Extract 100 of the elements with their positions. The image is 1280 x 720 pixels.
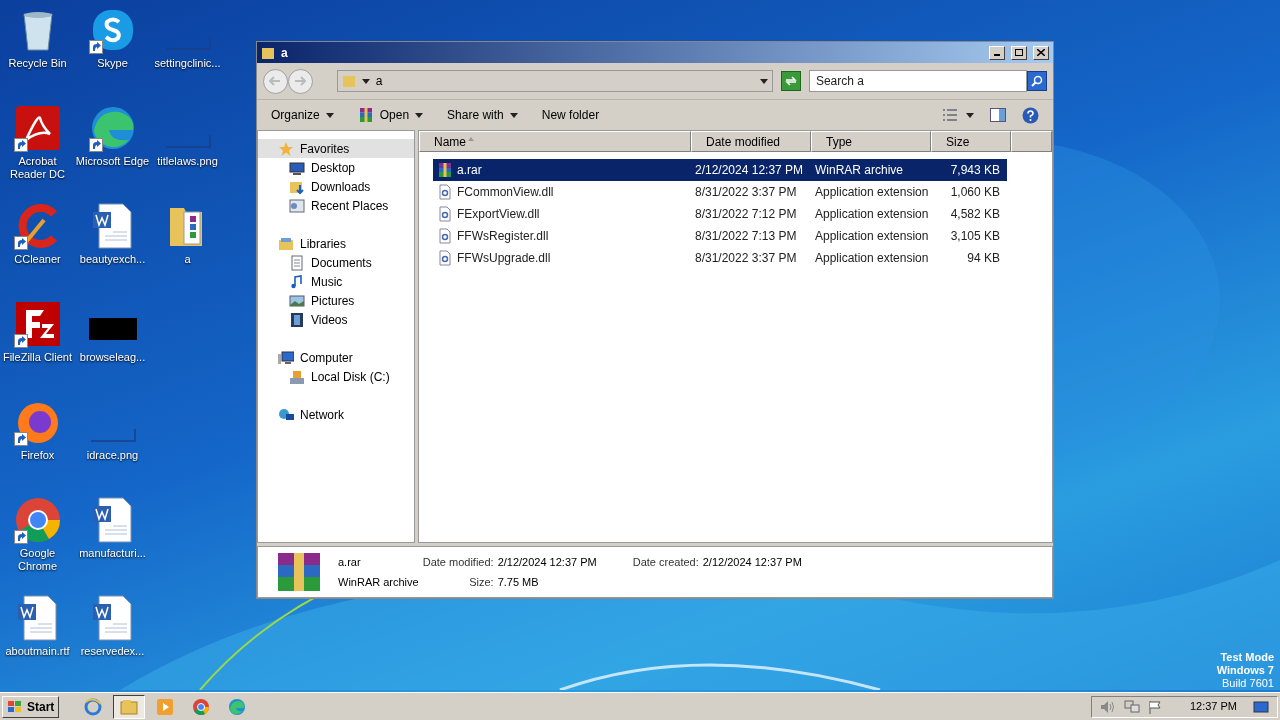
refresh-icon xyxy=(784,76,797,86)
field-value: 2/12/2024 12:37 PM xyxy=(702,554,802,570)
size-cell-text: 94 KB xyxy=(966,250,1001,267)
desktop-icon-label[interactable]: a xyxy=(150,253,225,266)
music-note-icon xyxy=(289,273,305,290)
desktop-icon-label[interactable]: Microsoft Edge xyxy=(75,155,150,168)
desktop-icon-label[interactable]: beautyexch... xyxy=(75,253,150,266)
nav-item[interactable]: Libraries xyxy=(258,234,414,253)
clock: 12:37 PM xyxy=(1189,699,1237,715)
details-file-type: WinRAR archive xyxy=(338,575,419,590)
date-cell-text: 2/12/2024 12:37 PM xyxy=(694,162,805,179)
forward-arrow-icon xyxy=(294,76,307,86)
file-row[interactable]: a.rar 2/12/2024 12:37 PM WinRAR archive 7,943 KB xyxy=(433,159,1007,181)
toolbar-button[interactable]: Organize xyxy=(265,103,340,127)
network-icon xyxy=(278,406,294,423)
desktop-icon-label[interactable]: reservedex... xyxy=(75,645,150,658)
search-field[interactable]: Search a xyxy=(808,70,1028,92)
column-header[interactable]: Date modified xyxy=(691,131,811,152)
desktop-icon-label[interactable]: manufacturi... xyxy=(75,547,150,560)
date-cell-text: 8/31/2022 7:12 PM xyxy=(694,206,798,223)
address-bar[interactable]: a xyxy=(336,70,774,92)
caret-icon xyxy=(415,112,424,118)
media-player-icon xyxy=(156,697,175,716)
desktop-icon-label[interactable]: aboutmain.rtf xyxy=(0,645,75,658)
desktop-icon-label[interactable]: Acrobat Reader DC xyxy=(0,155,75,181)
internet-explorer-icon xyxy=(84,697,103,716)
file-name: FExportView.dll xyxy=(457,206,540,223)
type-cell-text: Application extension xyxy=(814,184,930,201)
archive-icon xyxy=(437,162,453,178)
desktop-icon-label[interactable]: idrace.png xyxy=(75,449,150,462)
nav-item[interactable]: Computer xyxy=(258,348,414,367)
file-name: FFWsRegister.dll xyxy=(457,228,549,245)
refresh-button[interactable] xyxy=(781,71,801,91)
size-cell-text: 7,943 KB xyxy=(949,162,1001,179)
desktop-icon-label[interactable]: Google Chrome xyxy=(0,547,75,573)
desktop-icon-label[interactable]: titlelaws.png xyxy=(150,155,225,168)
date-cell-text: 8/31/2022 7:13 PM xyxy=(694,228,798,245)
file-name: FFWsUpgrade.dll xyxy=(457,250,551,267)
desktop-icon-label[interactable]: Skype xyxy=(75,57,150,70)
close-icon xyxy=(1037,49,1045,56)
file-name: a.rar xyxy=(457,162,482,179)
network-icon xyxy=(1123,699,1140,714)
close-button[interactable] xyxy=(1033,45,1049,60)
folder-icon xyxy=(261,45,275,60)
dll-file-icon xyxy=(437,250,453,266)
toolbar-button[interactable]: New folder xyxy=(535,103,606,127)
nav-item[interactable]: Pictures xyxy=(258,291,414,310)
desktop-icon-label[interactable]: Recycle Bin xyxy=(0,57,75,70)
sort-arrow-icon xyxy=(468,137,474,141)
caret-icon xyxy=(361,78,370,84)
file-row[interactable]: FCommonView.dll 8/31/2022 3:37 PM Application extension 1,060 KB xyxy=(433,181,1007,203)
field-label: Date modified: xyxy=(422,554,494,570)
start-button[interactable]: Start xyxy=(2,695,60,718)
caret-icon xyxy=(509,112,518,118)
desktop-icon-label[interactable]: FileZilla Client xyxy=(0,351,75,364)
nav-item[interactable]: Music xyxy=(258,272,414,291)
desktop-icon-label[interactable]: Firefox xyxy=(0,449,75,462)
file-row[interactable]: FFWsRegister.dll 8/31/2022 7:13 PM Application extension 3,105 KB xyxy=(433,225,1007,247)
maximize-button[interactable] xyxy=(1011,45,1027,60)
nav-item[interactable]: Network xyxy=(258,405,414,424)
column-header[interactable]: Size xyxy=(931,131,1011,152)
folder-icon xyxy=(341,74,356,88)
taskbar-app-button[interactable] xyxy=(113,694,146,719)
nav-item[interactable]: Videos xyxy=(258,310,414,329)
desktop-icon-label[interactable]: CCleaner xyxy=(0,253,75,266)
nav-item[interactable]: Local Disk (C:) xyxy=(258,367,414,386)
archive-icon xyxy=(357,107,374,123)
windows-logo-icon xyxy=(7,699,23,714)
dll-file-icon xyxy=(437,228,453,244)
pane-icon xyxy=(990,108,1006,122)
nav-item[interactable]: Favorites xyxy=(258,139,414,158)
field-value: 7.75 MB xyxy=(497,575,540,590)
toolbar-button[interactable]: Share with xyxy=(441,103,524,127)
computer-icon xyxy=(278,349,294,366)
file-row[interactable]: FFWsUpgrade.dll 8/31/2022 3:37 PM Application extension 94 KB xyxy=(433,247,1007,269)
column-header[interactable]: Name xyxy=(419,131,691,152)
file-row[interactable]: FExportView.dll 8/31/2022 7:12 PM Application extension 4,582 KB xyxy=(433,203,1007,225)
back-arrow-icon xyxy=(269,76,282,86)
field-value: 2/12/2024 12:37 PM xyxy=(497,554,597,570)
minimize-button[interactable] xyxy=(989,45,1005,60)
window-title: a xyxy=(281,44,289,62)
nav-item[interactable]: Documents xyxy=(258,253,414,272)
toolbar-button[interactable]: Open xyxy=(351,103,430,127)
build-text: Build 7601 xyxy=(1222,677,1274,690)
nav-item[interactable]: Downloads xyxy=(258,177,414,196)
column-header[interactable]: Type xyxy=(811,131,931,152)
size-cell-text: 3,105 KB xyxy=(949,228,1001,245)
desktop-icon-label[interactable]: settingclinic... xyxy=(150,57,225,70)
recent-places-icon xyxy=(289,197,305,214)
edge-icon xyxy=(228,697,247,716)
nav-item[interactable]: Desktop xyxy=(258,158,414,177)
film-icon xyxy=(289,311,305,328)
picture-icon xyxy=(289,292,305,309)
desktop-icon-label[interactable]: browseleag... xyxy=(75,351,150,364)
search-icon xyxy=(1031,75,1044,87)
list-view-icon xyxy=(942,108,958,122)
file-name: FCommonView.dll xyxy=(457,184,554,201)
search-button[interactable] xyxy=(1027,71,1047,91)
chrome-icon xyxy=(192,697,211,716)
nav-item[interactable]: Recent Places xyxy=(258,196,414,215)
